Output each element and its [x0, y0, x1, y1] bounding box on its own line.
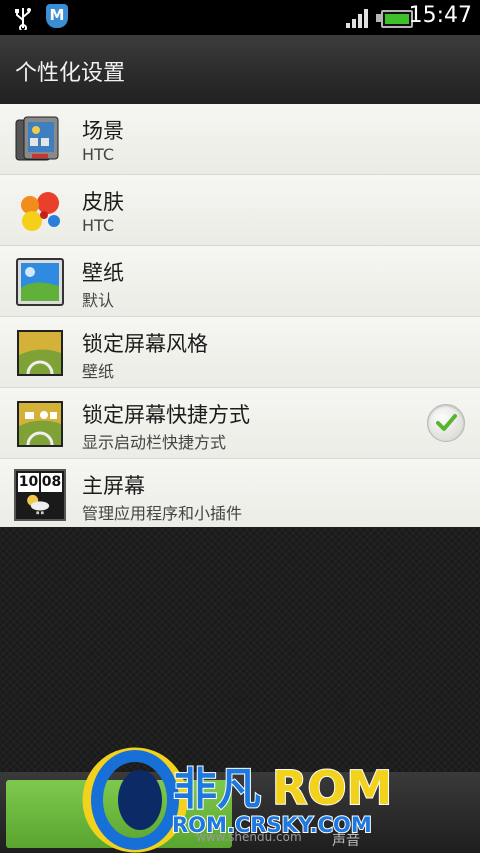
lockscreen-style-icon	[17, 330, 63, 376]
m-app-icon: M	[46, 4, 68, 28]
weather-icon	[27, 494, 50, 515]
item-title: 锁定屏幕风格	[82, 332, 208, 356]
item-title: 主屏幕	[82, 474, 145, 498]
settings-list: 场景 HTC 皮肤 HTC 壁纸 默认 锁定屏幕风格 壁纸 锁定屏幕快捷方式 显…	[0, 104, 480, 529]
list-item-home-screen[interactable]: 10 08 主屏幕 管理应用程序和小插件	[0, 459, 480, 529]
item-subtitle: HTC	[82, 216, 115, 235]
empty-background	[0, 527, 480, 772]
list-item-lockscreen-shortcut[interactable]: 锁定屏幕快捷方式 显示启动栏快捷方式	[0, 388, 480, 459]
skin-icon	[21, 192, 60, 231]
page-title: 个性化设置	[15, 61, 126, 86]
shortcut-checkbox[interactable]	[427, 404, 465, 442]
list-item-wallpaper[interactable]: 壁纸 默认	[0, 246, 480, 317]
battery-level	[385, 14, 409, 24]
svg-text:非凡: 非凡	[173, 764, 261, 815]
checkmark-icon	[436, 414, 457, 431]
home-clock-hours: 10	[18, 473, 39, 492]
item-subtitle: 默认	[82, 291, 115, 310]
item-title: 锁定屏幕快捷方式	[82, 403, 250, 427]
status-bar: M 15:47	[0, 0, 480, 35]
item-subtitle: HTC	[82, 145, 115, 164]
wallpaper-icon	[16, 258, 64, 306]
signal-icon	[346, 9, 368, 28]
item-subtitle: 管理应用程序和小插件	[82, 504, 243, 523]
usb-icon	[15, 8, 31, 30]
home-clock-minutes: 08	[41, 473, 62, 492]
list-item-lockscreen-style[interactable]: 锁定屏幕风格 壁纸	[0, 317, 480, 388]
list-item-skin[interactable]: 皮肤 HTC	[0, 175, 480, 246]
title-bar: 个性化设置	[0, 35, 480, 105]
home-screen-icon: 10 08	[14, 469, 66, 521]
item-title: 皮肤	[82, 190, 124, 214]
list-item-scene[interactable]: 场景 HTC	[0, 104, 480, 175]
item-subtitle: 壁纸	[82, 362, 115, 381]
watermark-logo: 非凡 ROM ROM.CRSKY.COM	[82, 747, 393, 853]
svg-text:ROM: ROM	[272, 761, 392, 815]
item-title: 场景	[82, 119, 124, 143]
item-title: 壁纸	[82, 261, 124, 285]
item-subtitle: 显示启动栏快捷方式	[82, 433, 227, 452]
scene-icon	[15, 116, 59, 161]
lockscreen-shortcut-icon	[17, 401, 63, 447]
clock-time: 15:47	[408, 3, 472, 28]
svg-text:ROM.CRSKY.COM: ROM.CRSKY.COM	[172, 813, 372, 837]
